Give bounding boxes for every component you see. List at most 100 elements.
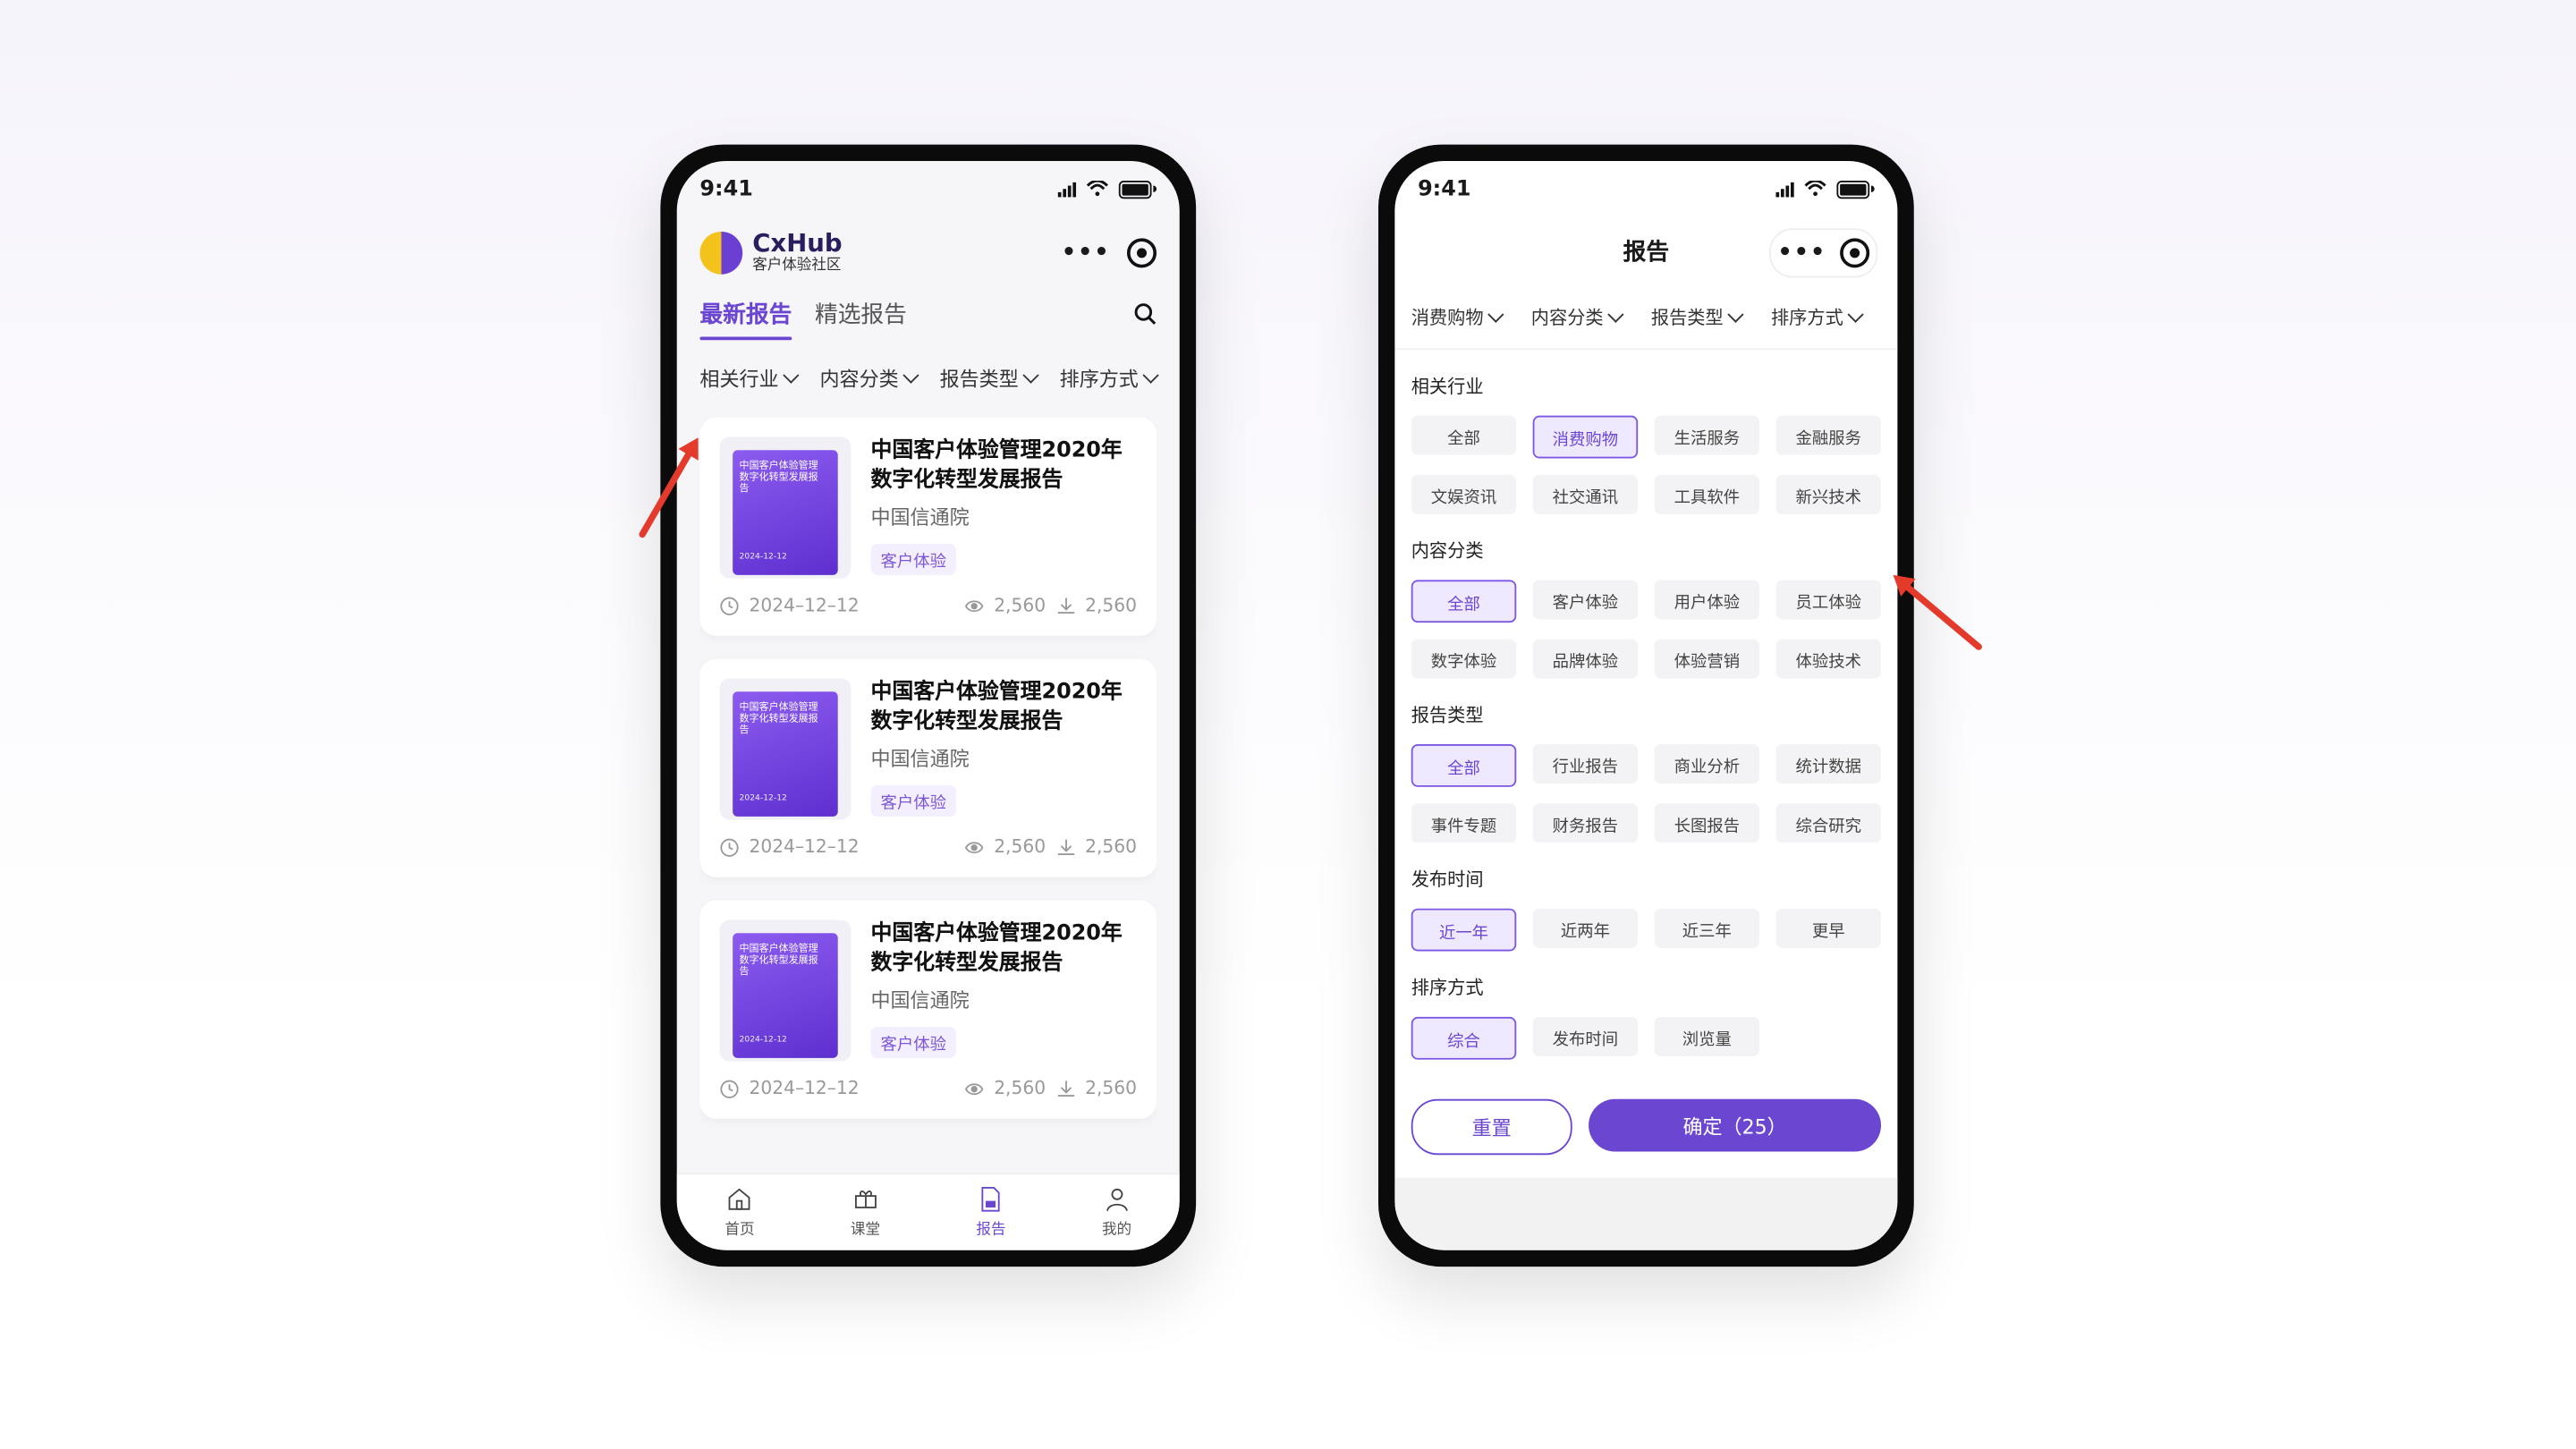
filter-option-chip[interactable]: 全部: [1411, 744, 1517, 787]
option-grid: 近一年 近两年 近三年 更早: [1411, 908, 1882, 952]
filter-option-chip[interactable]: 财务报告: [1532, 803, 1639, 843]
report-title: 中国客户体验管理2020年数字化转型发展报告: [870, 680, 1123, 735]
filter-industry[interactable]: 相关行业: [699, 364, 800, 392]
filter-option-chip[interactable]: 体验技术: [1775, 639, 1882, 679]
wifi-icon: [1804, 181, 1827, 197]
filter-option-chip[interactable]: 体验营销: [1654, 639, 1760, 679]
nav-me[interactable]: 我的: [1102, 1186, 1131, 1239]
search-icon[interactable]: [1133, 302, 1157, 326]
filter-sort[interactable]: 排序方式: [1060, 364, 1159, 392]
tab-latest[interactable]: 最新报告: [699, 297, 792, 341]
filter-option-chip[interactable]: 用户体验: [1654, 580, 1760, 620]
confirm-button[interactable]: 确定（25）: [1589, 1098, 1882, 1152]
filter-option-chip[interactable]: 行业报告: [1532, 744, 1639, 784]
report-date: 2024–12–12: [749, 594, 860, 616]
filter-option-chip[interactable]: 生活服务: [1654, 415, 1760, 455]
status-bar: 9:41: [677, 161, 1180, 216]
filter-option-chip[interactable]: 综合研究: [1775, 803, 1882, 843]
filter-section-title: 相关行业: [1411, 376, 1484, 398]
filter-section: 发布时间 近一年 近两年 近三年 更早: [1394, 866, 1897, 952]
filter-type[interactable]: 报告类型: [1651, 304, 1744, 330]
close-target-icon[interactable]: [1126, 238, 1157, 268]
report-cover: 中国客户体验管理数字化转型发展报告 2024-12-12: [719, 436, 852, 579]
chevron-down-icon: [1607, 306, 1624, 323]
nav-home-label: 首页: [724, 1222, 755, 1239]
tab-featured[interactable]: 精选报告: [815, 297, 907, 340]
home-icon: [729, 1188, 750, 1210]
reset-button[interactable]: 重置: [1411, 1098, 1572, 1156]
chevron-down-icon: [902, 367, 919, 384]
filter-option-chip[interactable]: 浏览量: [1654, 1016, 1760, 1056]
filter-option-chip[interactable]: 员工体验: [1775, 580, 1882, 620]
filter-category[interactable]: 内容分类: [1531, 304, 1624, 330]
bottom-nav: 首页 课堂 报告 我的: [676, 1173, 1180, 1250]
right-screen: 9:41 报告 ••• 消费购物 内容分类 报告类型 排序方式 相关行业 全部 …: [1394, 160, 1898, 1250]
report-card[interactable]: 中国客户体验管理数字化转型发展报告 2024-12-12 中国客户体验管理202…: [699, 658, 1157, 877]
cover-date: 2024-12-12: [739, 1035, 787, 1046]
filter-option-chip[interactable]: 数字体验: [1411, 639, 1517, 679]
chevron-down-icon: [783, 367, 800, 384]
filter-category[interactable]: 内容分类: [819, 364, 919, 392]
filter-section-title: 排序方式: [1411, 977, 1484, 999]
close-target-icon[interactable]: [1840, 238, 1870, 268]
report-icon: [981, 1187, 1001, 1212]
filter-option-chip[interactable]: 统计数据: [1775, 744, 1882, 784]
filter-option-chip[interactable]: 工具软件: [1654, 474, 1760, 514]
filter-option-chip[interactable]: 金融服务: [1775, 415, 1882, 455]
report-source: 中国信通院: [870, 989, 970, 1013]
filter-option-chip[interactable]: 全部: [1411, 415, 1517, 455]
filter-option-chip[interactable]: 客户体验: [1532, 580, 1639, 620]
filter-option-chip[interactable]: 发布时间: [1532, 1016, 1639, 1056]
nav-home[interactable]: 首页: [724, 1186, 755, 1239]
brand: CxHub 客户体验社区: [699, 228, 843, 275]
filter-section-title: 报告类型: [1411, 704, 1484, 726]
filter-industry[interactable]: 消费购物: [1411, 304, 1504, 330]
clock-icon: [720, 596, 739, 614]
nav-me-label: 我的: [1101, 1222, 1132, 1239]
filter-sort[interactable]: 排序方式: [1771, 304, 1864, 330]
status-bar: 9:41: [1394, 161, 1897, 216]
filter-option-chip[interactable]: 更早: [1775, 908, 1882, 948]
filter-option-chip[interactable]: 全部: [1411, 580, 1517, 623]
filter-option-chip[interactable]: 品牌体验: [1532, 639, 1639, 679]
chevron-down-icon: [1487, 306, 1504, 323]
filter-option-chip[interactable]: 消费购物: [1532, 415, 1639, 459]
report-downloads: 2,560: [1085, 594, 1137, 616]
page-header: 报告 •••: [1394, 216, 1897, 285]
report-card[interactable]: 中国客户体验管理数字化转型发展报告 2024-12-12 中国客户体验管理202…: [699, 417, 1157, 636]
mini-program-capsule: •••: [1062, 238, 1157, 268]
footer-area: [1394, 1177, 1898, 1250]
filter-category-label: 内容分类: [819, 367, 899, 391]
filter-option-chip[interactable]: 近一年: [1411, 908, 1517, 952]
filter-option-chip[interactable]: 事件专题: [1411, 803, 1517, 843]
filter-type-label: 报告类型: [939, 367, 1019, 391]
cover-date: 2024-12-12: [739, 552, 787, 563]
nav-report[interactable]: 报告: [976, 1186, 1006, 1239]
more-icon[interactable]: •••: [1777, 240, 1826, 266]
brand-title: CxHub: [752, 228, 843, 258]
filter-type[interactable]: 报告类型: [939, 364, 1039, 392]
filter-option-chip[interactable]: 文娱资讯: [1411, 474, 1517, 514]
page-title: 报告: [1623, 240, 1670, 267]
option-grid: 全部 消费购物 生活服务 金融服务文娱资讯 社交通讯 工具软件 新兴技术: [1411, 415, 1882, 514]
filter-option-chip[interactable]: 新兴技术: [1775, 474, 1882, 514]
filter-option-chip[interactable]: 近三年: [1654, 908, 1760, 948]
nav-class[interactable]: 课堂: [851, 1186, 880, 1239]
filter-sections: 相关行业 全部 消费购物 生活服务 金融服务 文娱资讯 社交通讯 工具软件 新兴技术 内容分类 全部…: [1394, 373, 1897, 1060]
filter-option-chip[interactable]: 社交通讯: [1532, 474, 1639, 514]
more-icon[interactable]: •••: [1062, 240, 1111, 266]
status-icons: [1057, 180, 1157, 199]
filter-industry-label: 相关行业: [699, 367, 779, 391]
report-tabs: 最新报告 精选报告: [677, 289, 1180, 348]
left-screen: 9:41 CxHub 客户体验社区 ••• 最新报告 精选报告 相关行业 内容分…: [676, 160, 1180, 1250]
report-source: 中国信通院: [870, 506, 970, 530]
report-source: 中国信通院: [870, 748, 970, 772]
filter-option-chip[interactable]: 长图报告: [1654, 803, 1760, 843]
chevron-down-icon: [1727, 306, 1744, 323]
filter-option-chip[interactable]: 近两年: [1532, 908, 1639, 948]
battery-icon: [1836, 180, 1870, 199]
filter-section-title: 内容分类: [1411, 540, 1484, 563]
filter-option-chip[interactable]: 商业分析: [1654, 744, 1760, 784]
filter-option-chip[interactable]: 综合: [1411, 1016, 1517, 1060]
report-card[interactable]: 中国客户体验管理数字化转型发展报告 2024-12-12 中国客户体验管理202…: [699, 900, 1157, 1119]
